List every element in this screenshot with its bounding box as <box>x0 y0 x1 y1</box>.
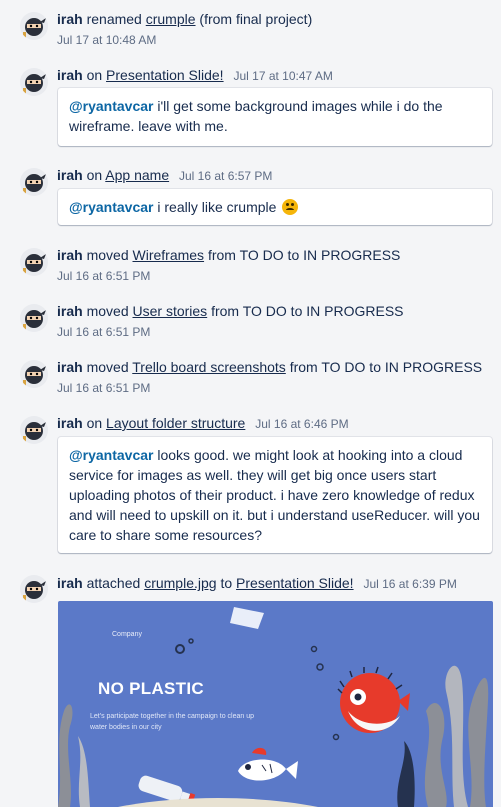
action-text: on <box>86 67 103 83</box>
card-link[interactable]: Layout folder structure <box>106 415 245 431</box>
action-suffix: from TO DO to IN PROGRESS <box>289 359 483 375</box>
paper-trash-shape <box>230 607 264 629</box>
user-avatar[interactable] <box>20 68 48 96</box>
card-link[interactable]: User stories <box>133 303 208 319</box>
user-avatar[interactable] <box>20 12 48 40</box>
poster-title: NO PLASTIC <box>98 679 204 698</box>
small-fish-shape <box>238 747 298 781</box>
action-text: moved <box>86 247 129 263</box>
timestamp[interactable]: Jul 16 at 6:51 PM <box>57 380 150 396</box>
comment-card[interactable]: @ryantavcar i really like crumple <box>58 189 492 225</box>
ninja-avatar-icon <box>20 416 48 444</box>
timestamp[interactable]: Jul 16 at 6:51 PM <box>57 324 150 340</box>
timestamp[interactable]: Jul 17 at 10:48 AM <box>57 32 156 48</box>
attachment-link[interactable]: crumple.jpg <box>144 575 216 591</box>
upside-down-face-emoji-icon <box>282 199 299 215</box>
ninja-avatar-icon <box>20 575 48 603</box>
user-avatar[interactable] <box>20 248 48 276</box>
comment-text: i really like crumple <box>157 199 277 215</box>
card-link[interactable]: Presentation Slide! <box>106 67 224 83</box>
action-suffix: (from final project) <box>199 11 313 27</box>
action-sep: to <box>220 575 233 591</box>
card-link[interactable]: crumple <box>146 11 196 27</box>
ninja-avatar-icon <box>20 248 48 276</box>
action-text: moved <box>86 359 129 375</box>
user-name[interactable]: irah <box>57 11 83 27</box>
mention[interactable]: @ryantavcar <box>69 98 153 114</box>
timestamp[interactable]: Jul 16 at 6:57 PM <box>179 169 272 183</box>
card-link[interactable]: App name <box>105 167 169 183</box>
timestamp[interactable]: Jul 16 at 6:51 PM <box>57 268 150 284</box>
timestamp[interactable]: Jul 16 at 6:46 PM <box>255 417 348 431</box>
timestamp[interactable]: Jul 17 at 10:47 AM <box>233 69 332 83</box>
timestamp[interactable]: Jul 16 at 6:39 PM <box>363 577 456 591</box>
attachment-preview[interactable]: Company NO PLASTIC Let's participate tog… <box>58 601 493 807</box>
ninja-avatar-icon <box>20 12 48 40</box>
user-avatar[interactable] <box>20 304 48 332</box>
action-text: renamed <box>86 11 142 27</box>
action-text: on <box>86 167 103 183</box>
action-suffix: from TO DO to IN PROGRESS <box>211 303 404 319</box>
card-link[interactable]: Trello board screenshots <box>132 359 286 375</box>
comment-card[interactable]: @ryantavcar looks good. we might look at… <box>58 437 492 553</box>
ninja-avatar-icon <box>20 168 48 196</box>
action-text: attached <box>86 575 141 591</box>
action-text: moved <box>86 303 129 319</box>
ninja-avatar-icon <box>20 68 48 96</box>
ninja-avatar-icon <box>20 304 48 332</box>
comment-card[interactable]: @ryantavcar i'll get some background ima… <box>58 88 492 146</box>
mention[interactable]: @ryantavcar <box>69 447 153 463</box>
card-link[interactable]: Presentation Slide! <box>236 575 354 591</box>
ninja-avatar-icon <box>20 360 48 388</box>
card-link[interactable]: Wireframes <box>133 247 205 263</box>
user-name[interactable]: irah <box>57 247 83 263</box>
mention[interactable]: @ryantavcar <box>69 199 153 215</box>
user-name[interactable]: irah <box>57 575 83 591</box>
puffer-fish-shape <box>337 666 410 733</box>
user-name[interactable]: irah <box>57 167 83 183</box>
user-name[interactable]: irah <box>57 359 83 375</box>
user-avatar[interactable] <box>20 575 48 603</box>
poster-company: Company <box>112 631 142 638</box>
user-name[interactable]: irah <box>57 303 83 319</box>
user-avatar[interactable] <box>20 168 48 196</box>
poster-subtitle: Let's participate together in the campai… <box>90 713 254 731</box>
user-name[interactable]: irah <box>57 67 83 83</box>
action-text: on <box>86 415 103 431</box>
user-name[interactable]: irah <box>57 415 83 431</box>
user-avatar[interactable] <box>20 360 48 388</box>
user-avatar[interactable] <box>20 416 48 444</box>
action-suffix: from TO DO to IN PROGRESS <box>207 247 401 263</box>
